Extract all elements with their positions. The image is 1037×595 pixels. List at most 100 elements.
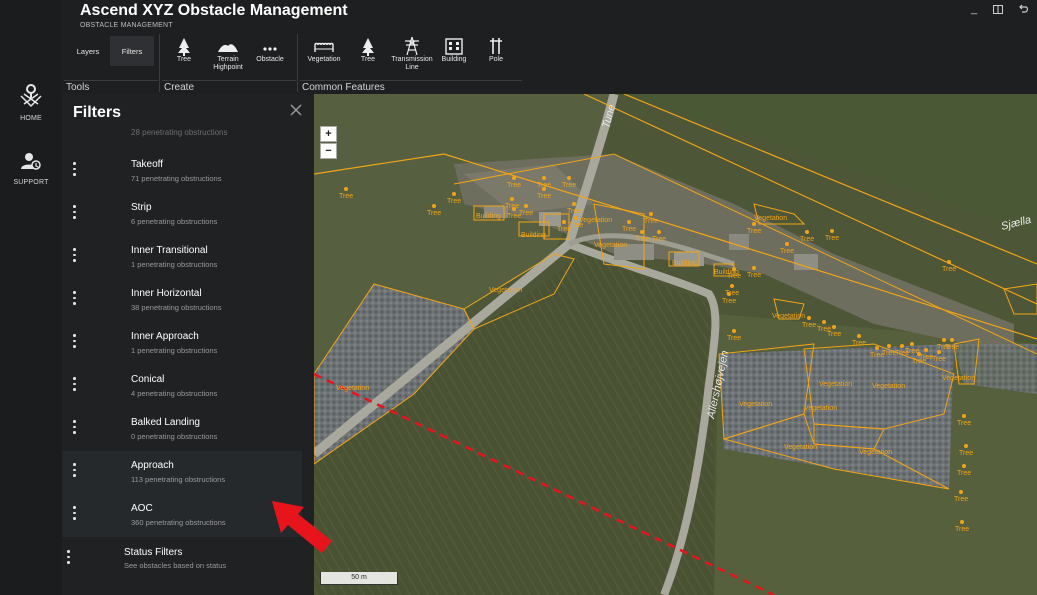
more-options-icon[interactable] — [67, 550, 71, 566]
more-options-icon[interactable] — [73, 162, 77, 178]
tree-marker[interactable] — [875, 346, 879, 350]
tree-marker[interactable] — [567, 176, 571, 180]
tree-marker[interactable] — [942, 338, 946, 342]
filter-item-aoc[interactable]: AOC 360 penetrating obstructions — [62, 494, 302, 537]
tree-marker[interactable] — [900, 344, 904, 348]
tab-layers[interactable]: Layers — [66, 36, 110, 66]
filter-item-strip[interactable]: Strip 6 penetrating obstructions — [62, 193, 302, 236]
filter-item-takeoff[interactable]: Takeoff 71 penetrating obstructions — [62, 150, 302, 193]
feature-transmission-line-button[interactable]: Transmission Line — [390, 36, 434, 72]
more-options-icon[interactable] — [73, 506, 77, 522]
tree-marker[interactable] — [910, 342, 914, 346]
tree-marker[interactable] — [512, 207, 516, 211]
back-icon[interactable] — [1012, 0, 1036, 18]
more-options-icon[interactable] — [73, 463, 77, 479]
tree-marker[interactable] — [510, 197, 514, 201]
vegetation-label: Vegetation — [942, 375, 975, 382]
tree-marker[interactable] — [807, 316, 811, 320]
tree-marker[interactable] — [822, 320, 826, 324]
tree-marker[interactable] — [572, 202, 576, 206]
building-icon — [445, 38, 463, 55]
tree-marker[interactable] — [730, 284, 734, 288]
tree-marker[interactable] — [962, 464, 966, 468]
tree-label: Tree — [802, 322, 816, 329]
tree-marker[interactable] — [562, 220, 566, 224]
filter-name: Inner Horizontal — [131, 288, 202, 299]
tree-marker[interactable] — [830, 229, 834, 233]
filter-item-inner-horizontal[interactable]: Inner Horizontal 38 penetrating obstructi… — [62, 279, 302, 322]
tree-label: Tree — [447, 198, 461, 205]
feature-tree-button[interactable]: Tree — [346, 36, 390, 64]
tree-marker[interactable] — [959, 490, 963, 494]
tree-label: Tree — [652, 236, 666, 243]
tree-marker[interactable] — [950, 338, 954, 342]
vegetation-label: Vegetation — [804, 405, 837, 412]
home-nav[interactable]: HOME — [0, 82, 62, 122]
filter-name: Approach — [131, 460, 174, 471]
tree-marker[interactable] — [832, 325, 836, 329]
create-tree-label: Tree — [176, 56, 192, 63]
tree-marker[interactable] — [964, 444, 968, 448]
tree-marker[interactable] — [657, 230, 661, 234]
filter-item-conical[interactable]: Conical 4 penetrating obstructions — [62, 365, 302, 408]
support-nav[interactable]: SUPPORT — [0, 152, 62, 186]
feature-transmission-label: Transmission Line — [391, 56, 433, 71]
tools-divider — [64, 80, 158, 81]
close-icon[interactable] — [288, 102, 304, 118]
more-options-icon[interactable] — [73, 377, 77, 393]
tree-marker[interactable] — [857, 334, 861, 338]
map-canvas: Tree Tree Tree Tree Tree Tree Tree Tree Tree Tree… — [314, 94, 1037, 595]
tree-marker[interactable] — [924, 348, 928, 352]
filter-item-balked-landing[interactable]: Balked Landing 0 penetrating obstructions — [62, 408, 302, 451]
more-options-icon[interactable] — [73, 205, 77, 221]
feature-pole-button[interactable]: Pole — [474, 36, 518, 64]
zoom-in-button[interactable]: + — [320, 126, 337, 142]
feature-vegetation-label: Vegetation — [307, 56, 341, 63]
more-options-icon[interactable] — [73, 248, 77, 264]
tree-marker[interactable] — [947, 260, 951, 264]
tree-marker[interactable] — [627, 220, 631, 224]
tree-marker[interactable] — [344, 187, 348, 191]
tree-marker[interactable] — [785, 242, 789, 246]
tree-marker[interactable] — [649, 212, 653, 216]
tree-marker[interactable] — [524, 204, 528, 208]
tree-label: Tree — [557, 226, 571, 233]
tree-marker[interactable] — [452, 192, 456, 196]
tree-marker[interactable] — [962, 414, 966, 418]
create-terrain-highpoint-button[interactable]: Terrain Highpoint — [206, 36, 250, 72]
feature-building-button[interactable]: Building — [432, 36, 476, 64]
more-options-icon[interactable] — [73, 291, 77, 307]
minimize-icon[interactable]: _ — [962, 0, 986, 18]
tree-marker[interactable] — [574, 216, 578, 220]
tree-label: Tree — [945, 344, 959, 351]
tree-marker[interactable] — [752, 266, 756, 270]
tab-filters[interactable]: Filters — [110, 36, 154, 66]
vegetation-label: Vegetation — [819, 381, 852, 388]
more-options-icon[interactable] — [73, 420, 77, 436]
create-tree-button[interactable]: Tree — [162, 36, 206, 64]
tree-marker[interactable] — [640, 230, 644, 234]
tree-marker[interactable] — [542, 176, 546, 180]
map-view[interactable]: Tree Tree Tree Tree Tree Tree Tree Tree Tree Tree… — [314, 94, 1037, 595]
vegetation-label: Vegetation — [336, 385, 369, 392]
vegetation-label: Vegetation — [754, 215, 787, 222]
tree-marker[interactable] — [542, 187, 546, 191]
filter-item-approach[interactable]: Approach 113 penetrating obstructions — [62, 451, 302, 494]
tree-marker[interactable] — [805, 230, 809, 234]
feature-vegetation-button[interactable]: Vegetation — [302, 36, 346, 64]
tree-label: Tree — [339, 193, 353, 200]
tree-marker[interactable] — [432, 204, 436, 208]
tree-marker[interactable] — [960, 520, 964, 524]
tree-marker[interactable] — [732, 329, 736, 333]
restore-icon[interactable] — [986, 0, 1010, 18]
filter-item-inner-approach[interactable]: Inner Approach 1 penetrating obstructions — [62, 322, 302, 365]
filter-item-inner-transitional[interactable]: Inner Transitional 1 penetrating obstruct… — [62, 236, 302, 279]
tree-marker[interactable] — [727, 292, 731, 296]
tree-marker[interactable] — [752, 222, 756, 226]
tree-label: Tree — [747, 228, 761, 235]
more-options-icon[interactable] — [73, 334, 77, 350]
create-obstacle-button[interactable]: Obstacle — [248, 36, 292, 64]
zoom-out-button[interactable]: − — [320, 143, 337, 159]
tree-marker[interactable] — [887, 344, 891, 348]
tree-marker[interactable] — [512, 176, 516, 180]
